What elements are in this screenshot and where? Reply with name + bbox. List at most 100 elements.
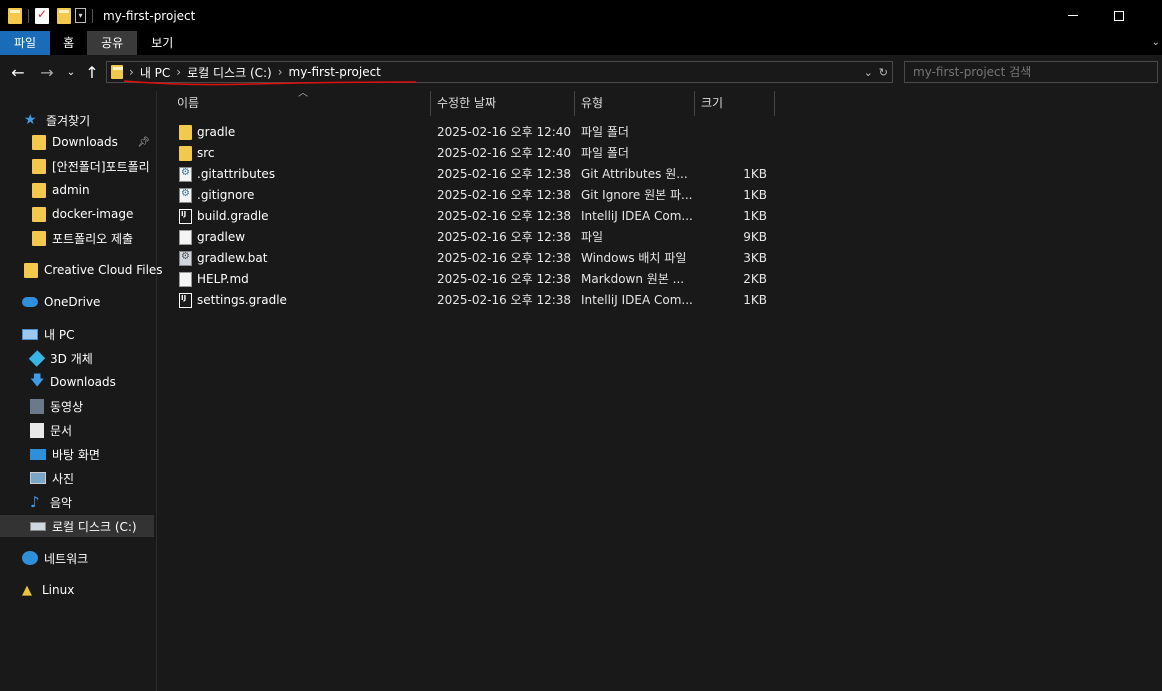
- file-size: 9KB: [743, 230, 767, 244]
- sidebar-item-videos[interactable]: 동영상: [30, 395, 83, 417]
- back-button[interactable]: ←: [8, 63, 28, 83]
- search-input[interactable]: [904, 61, 1158, 83]
- sidebar-item-creative-cloud[interactable]: Creative Cloud Files: [24, 259, 163, 281]
- sidebar-item-downloads[interactable]: 🡇 Downloads: [30, 371, 116, 393]
- breadcrumb-this-pc[interactable]: 내 PC: [140, 64, 170, 81]
- minimize-icon: [1068, 15, 1078, 16]
- properties-icon[interactable]: [35, 7, 49, 24]
- new-folder-icon[interactable]: [57, 7, 71, 24]
- drive-icon: [30, 521, 46, 531]
- chevron-right-icon[interactable]: ›: [278, 65, 283, 79]
- sidebar-item-3d-objects[interactable]: 3D 개체: [28, 347, 93, 369]
- file-row[interactable]: build.gradle 2025-02-16 오후 12:38 Intelli…: [170, 206, 770, 227]
- column-divider[interactable]: [774, 91, 775, 116]
- file-type: Git Attributes 원...: [581, 167, 688, 181]
- file-type: IntelliJ IDEA Com...: [581, 209, 693, 223]
- sidebar-item-label: 바탕 화면: [52, 447, 100, 462]
- sidebar-item-local-disk[interactable]: 로컬 디스크 (C:): [0, 515, 154, 537]
- git-file-icon: [179, 188, 192, 203]
- file-row[interactable]: settings.gradle 2025-02-16 오후 12:38 Inte…: [170, 290, 770, 311]
- sidebar-item-label: 문서: [50, 423, 73, 438]
- column-header-name[interactable]: 이름: [171, 91, 431, 116]
- tab-file[interactable]: 파일: [0, 31, 51, 55]
- folder-icon: [24, 262, 38, 278]
- file-date: 2025-02-16 오후 12:40: [437, 146, 572, 160]
- sidebar-item-downloads-pinned[interactable]: Downloads 📌︎: [0, 131, 156, 153]
- sidebar-item-this-pc[interactable]: 내 PC: [22, 323, 74, 345]
- sidebar-item-documents[interactable]: 문서: [30, 419, 72, 441]
- blank-file-icon: [179, 272, 192, 287]
- file-row[interactable]: gradle 2025-02-16 오후 12:40 파일 폴더: [170, 122, 770, 143]
- chevron-right-icon[interactable]: ›: [129, 65, 134, 79]
- file-date: 2025-02-16 오후 12:38: [437, 167, 572, 181]
- cube-icon: [28, 349, 46, 367]
- sidebar-item-portfolio-submit[interactable]: 포트폴리오 제출: [32, 227, 133, 249]
- forward-button[interactable]: →: [37, 63, 57, 83]
- tab-share[interactable]: 공유: [87, 31, 138, 55]
- file-type: 파일: [581, 230, 604, 244]
- refresh-icon[interactable]: ↻: [879, 66, 888, 79]
- column-header-type[interactable]: 유형: [575, 91, 695, 116]
- tab-home[interactable]: 홈: [50, 31, 87, 55]
- file-row[interactable]: gradlew.bat 2025-02-16 오후 12:38 Windows …: [170, 248, 770, 269]
- intellij-file-icon: [179, 209, 192, 224]
- sidebar-item-quick-access[interactable]: ★ 즐겨찾기: [24, 109, 90, 131]
- file-size: [699, 143, 767, 164]
- sidebar-item-admin[interactable]: admin: [32, 179, 90, 201]
- sidebar-item-linux[interactable]: ▲ Linux: [22, 579, 74, 601]
- chevron-right-icon[interactable]: ›: [176, 65, 181, 79]
- breadcrumb-current-folder[interactable]: my-first-project: [289, 65, 381, 79]
- file-name: .gitignore: [197, 188, 255, 202]
- sidebar-item-label: 내 PC: [44, 327, 75, 342]
- recent-locations-chevron-icon[interactable]: ⌄: [61, 63, 81, 83]
- sidebar-item-music[interactable]: ♪ 음악: [30, 491, 72, 513]
- pane-divider[interactable]: [156, 91, 157, 691]
- sidebar-item-safe-folder[interactable]: [안전폴더]포트폴리: [32, 155, 150, 177]
- maximize-button[interactable]: [1096, 0, 1142, 31]
- file-row[interactable]: src 2025-02-16 오후 12:40 파일 폴더: [170, 143, 770, 164]
- sidebar-item-label: 동영상: [50, 399, 84, 414]
- intellij-file-icon: [179, 293, 192, 308]
- file-date: 2025-02-16 오후 12:38: [437, 188, 572, 202]
- sidebar-item-label: 네트워크: [44, 551, 89, 566]
- address-history-chevron-icon[interactable]: ⌄: [864, 66, 873, 79]
- sidebar-item-network[interactable]: 네트워크: [22, 547, 88, 569]
- file-name: .gitattributes: [197, 167, 276, 181]
- file-row[interactable]: gradlew 2025-02-16 오후 12:38 파일 9KB: [170, 227, 770, 248]
- up-button[interactable]: ↑: [82, 63, 102, 83]
- file-row[interactable]: .gitignore 2025-02-16 오후 12:38 Git Ignor…: [170, 185, 770, 206]
- sidebar-item-label: OneDrive: [44, 295, 101, 309]
- minimize-button[interactable]: [1050, 0, 1096, 31]
- file-type: Git Ignore 원본 파...: [581, 188, 693, 202]
- sidebar-item-onedrive[interactable]: OneDrive: [22, 291, 100, 313]
- sidebar-item-desktop[interactable]: 바탕 화면: [30, 443, 100, 465]
- expand-ribbon-icon[interactable]: ⌄: [1152, 37, 1160, 48]
- tab-view[interactable]: 보기: [137, 31, 187, 55]
- close-button[interactable]: [1142, 0, 1162, 31]
- file-date: 2025-02-16 오후 12:38: [437, 251, 572, 265]
- column-header-size[interactable]: 크기: [695, 91, 775, 116]
- file-size: 1KB: [743, 209, 767, 223]
- customize-toolbar-dropdown-icon[interactable]: ▾: [75, 8, 86, 23]
- folder-icon: [111, 65, 123, 79]
- file-date: 2025-02-16 오후 12:38: [437, 293, 572, 307]
- divider: [92, 8, 93, 23]
- sidebar-item-label: 사진: [52, 471, 75, 486]
- maximize-icon: [1114, 10, 1124, 21]
- file-name: gradlew.bat: [197, 251, 268, 265]
- sidebar-item-pictures[interactable]: 사진: [30, 467, 74, 489]
- sidebar-item-label: Creative Cloud Files: [44, 263, 163, 277]
- file-name: build.gradle: [197, 209, 269, 223]
- column-header-date[interactable]: 수정한 날짜: [431, 91, 575, 116]
- file-date: 2025-02-16 오후 12:38: [437, 272, 572, 286]
- file-name: settings.gradle: [197, 293, 287, 307]
- folder-icon: [32, 230, 46, 246]
- sidebar-item-label: Downloads: [50, 375, 116, 389]
- file-size: 1KB: [743, 167, 767, 181]
- file-row[interactable]: .gitattributes 2025-02-16 오후 12:38 Git A…: [170, 164, 770, 185]
- breadcrumb-local-disk[interactable]: 로컬 디스크 (C:): [187, 64, 272, 81]
- file-row[interactable]: HELP.md 2025-02-16 오후 12:38 Markdown 원본 …: [170, 269, 770, 290]
- file-name: src: [197, 146, 215, 160]
- sidebar-item-docker-image[interactable]: docker-image: [32, 203, 133, 225]
- picture-icon: [30, 472, 46, 484]
